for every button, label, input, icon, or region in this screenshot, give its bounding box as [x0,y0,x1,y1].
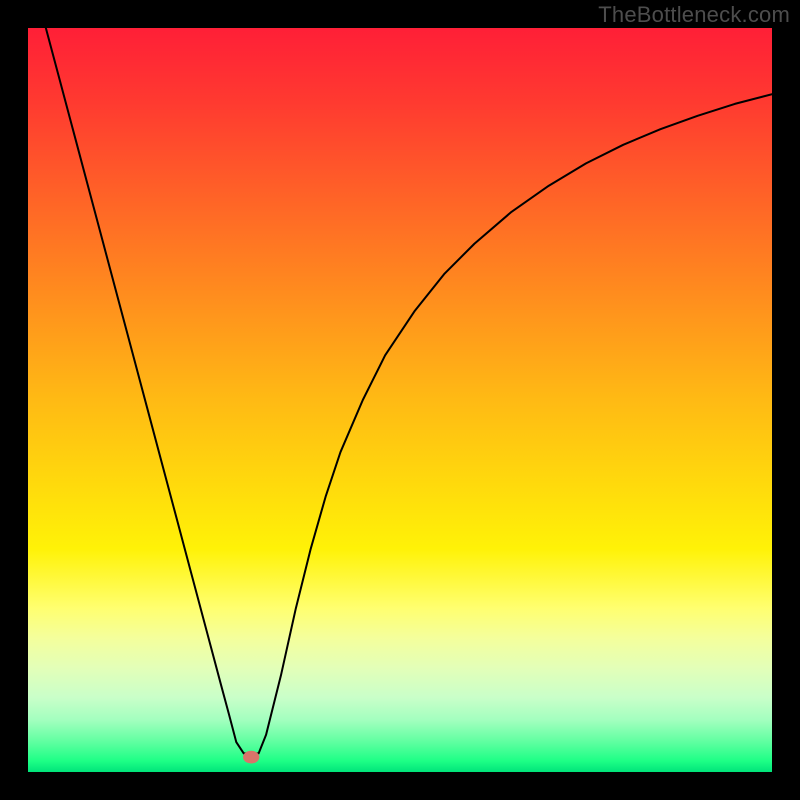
bottleneck-chart [28,28,772,772]
min-marker-dot [243,751,259,764]
gradient-background [28,28,772,772]
chart-frame: TheBottleneck.com [0,0,800,800]
watermark-text: TheBottleneck.com [598,2,790,28]
plot-area [28,28,772,772]
